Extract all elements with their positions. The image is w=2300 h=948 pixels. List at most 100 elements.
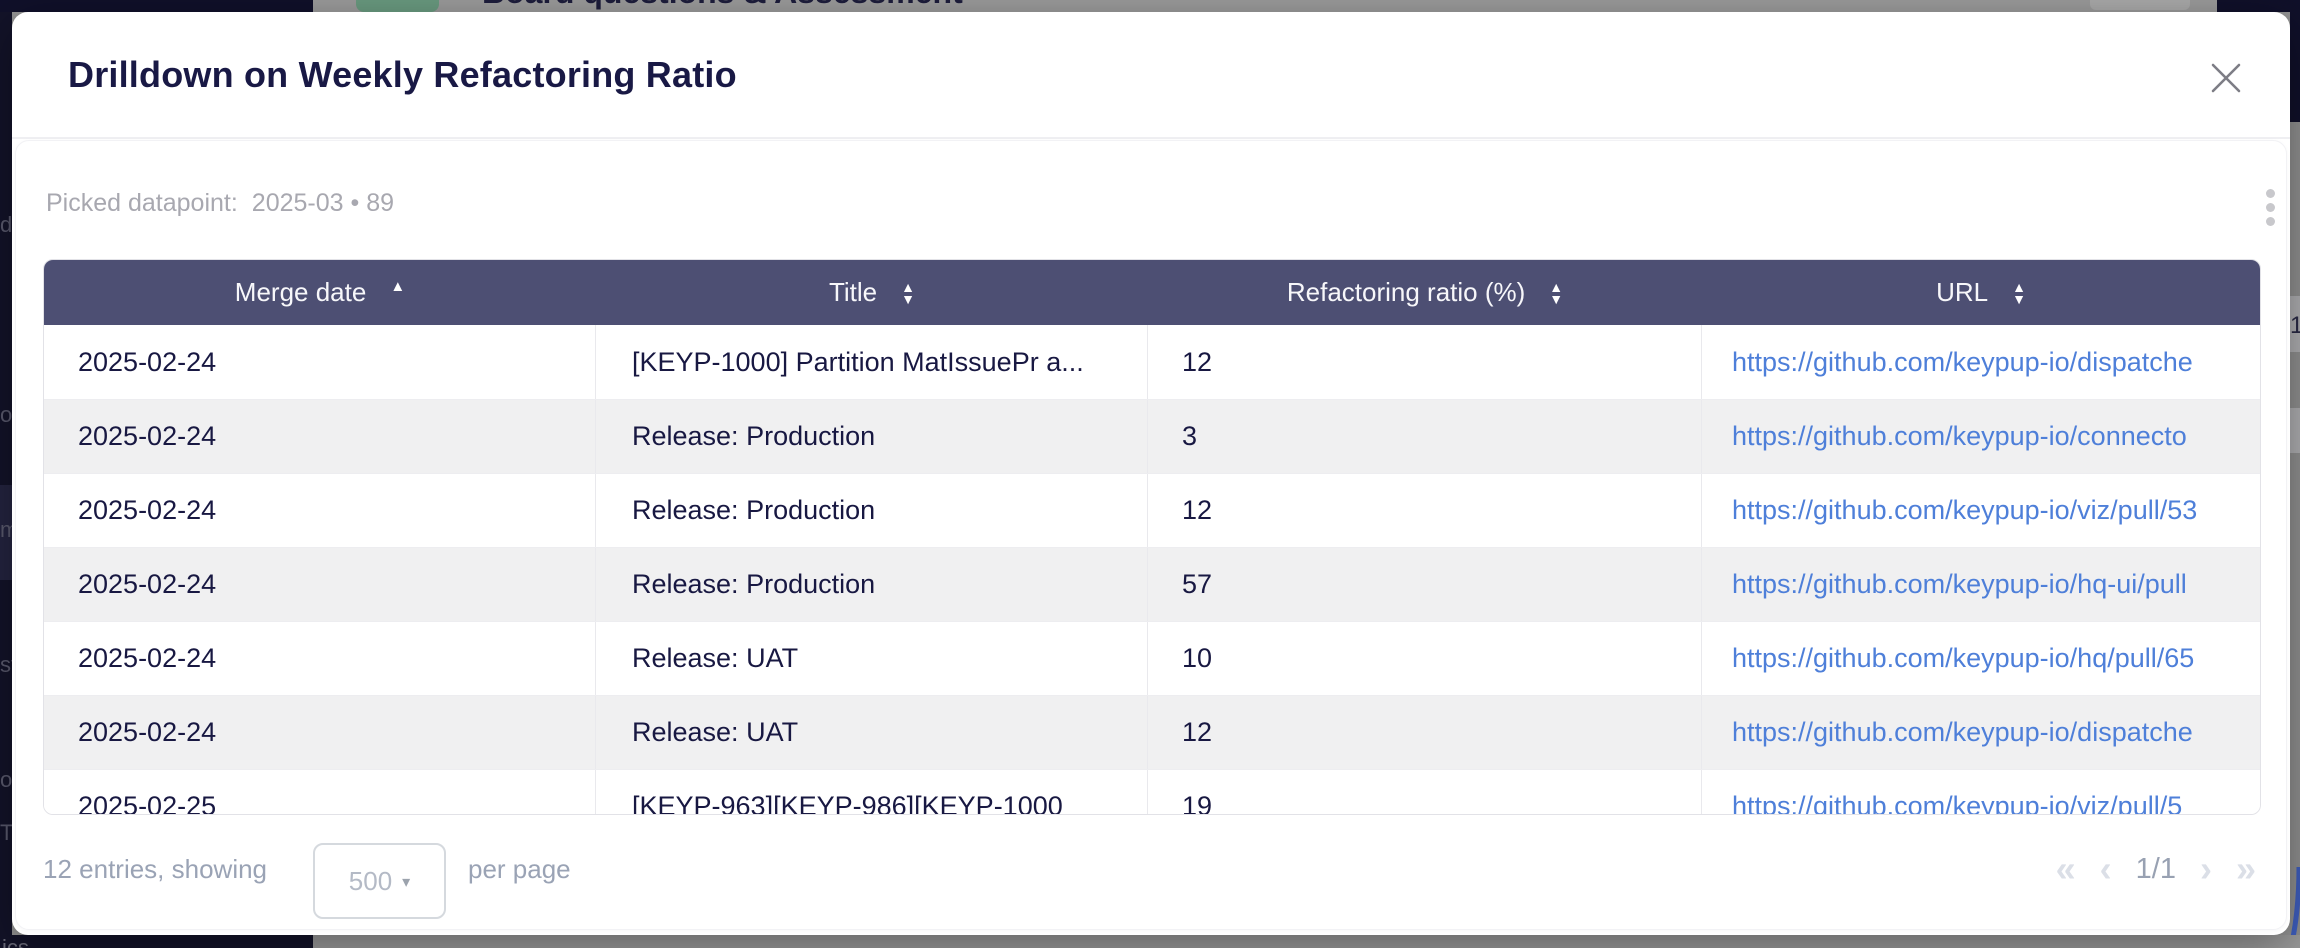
modal-title: Drilldown on Weekly Refactoring Ratio [68, 54, 737, 96]
cell-merge-date: 2025-02-24 [44, 696, 596, 769]
cell-url: https://github.com/keypup-io/dispatche [1702, 696, 2260, 769]
sort-both-icon: ▲▼ [1549, 281, 1563, 305]
cell-merge-date: 2025-02-24 [44, 325, 596, 399]
cell-url: https://github.com/keypup-io/connecto [1702, 400, 2260, 473]
cell-url: https://github.com/keypup-io/hq-ui/pull [1702, 548, 2260, 621]
url-link[interactable]: https://github.com/keypup-io/dispatche [1732, 347, 2193, 378]
close-icon [2209, 61, 2243, 95]
cell-url: https://github.com/keypup-io/dispatche [1702, 325, 2260, 399]
column-label: Merge date [235, 277, 367, 308]
table-row: 2025-02-24Release: Production3 https://gi… [44, 399, 2260, 473]
column-header-merge-date[interactable]: Merge date▲ [44, 260, 596, 325]
background-right-strip: 1, [2290, 12, 2300, 935]
page-indicator: 1/1 [2136, 853, 2176, 886]
cell-ratio: 19 [1148, 770, 1702, 815]
page-size-select[interactable]: 500 ▾ [313, 843, 446, 919]
background-page-title-clip: Board questions & Assessment [482, 0, 1382, 12]
kebab-menu-icon[interactable] [2258, 185, 2282, 229]
drilldown-table: Merge date▲ Title ▲▼ Refactoring ratio (%) ▲… [43, 259, 2261, 815]
column-header-title[interactable]: Title ▲▼ [596, 260, 1148, 325]
url-link[interactable]: https://github.com/keypup-io/connecto [1732, 421, 2187, 452]
background-sidebar-text-fragment: o [0, 767, 12, 793]
cell-title: Release: Production [596, 548, 1148, 621]
modal-body-card: Picked datapoint: 2025-03 • 89 Merge date… [15, 140, 2287, 930]
close-button[interactable] [2206, 58, 2246, 98]
drilldown-modal: Drilldown on Weekly Refactoring Ratio Pi… [12, 12, 2290, 935]
column-label: URL [1936, 277, 1988, 308]
chevron-down-icon: ▾ [402, 872, 410, 892]
background-right-navy [2290, 12, 2300, 122]
background-sidebar-text-fragment: st [0, 652, 12, 678]
table-body: 2025-02-24[KEYP-1000] Partition MatIssue… [44, 325, 2260, 815]
column-header-refactoring-ratio[interactable]: Refactoring ratio (%) ▲▼ [1148, 260, 1702, 325]
background-topbar-right [2217, 0, 2300, 12]
background-sidebar-text-fragment: m [0, 517, 12, 543]
background-sidebar-text-fragment: Ti [0, 820, 12, 846]
background-sidebar-text-fragment: o [0, 402, 12, 428]
cell-ratio: 12 [1148, 696, 1702, 769]
background-chart-line-fragment [2290, 857, 2300, 935]
cell-url: https://github.com/keypup-io/viz/pull/53 [1702, 474, 2260, 547]
table-row: 2025-02-25[KEYP-963][KEYP-986][KEYP-1000… [44, 769, 2260, 815]
table-header-row: Merge date▲ Title ▲▼ Refactoring ratio (%) ▲… [44, 260, 2260, 325]
table-row: 2025-02-24Release: Production57 https://g… [44, 547, 2260, 621]
modal-header: Drilldown on Weekly Refactoring Ratio [12, 12, 2290, 139]
table-row: 2025-02-24Release: Production12 https://g… [44, 473, 2260, 547]
cell-title: Release: Production [596, 474, 1148, 547]
cell-merge-date: 2025-02-24 [44, 548, 596, 621]
background-topbar: Board questions & Assessment [0, 0, 2300, 12]
first-page-button[interactable]: « [2056, 851, 2076, 887]
cell-merge-date: 2025-02-25 [44, 770, 596, 815]
cell-url: https://github.com/keypup-io/viz/pull/5 [1702, 770, 2260, 815]
cell-ratio: 3 [1148, 400, 1702, 473]
last-page-button[interactable]: » [2236, 851, 2256, 887]
screen: Board questions & Assessment d o m st o Ti 1,… [0, 0, 2300, 948]
cell-merge-date: 2025-02-24 [44, 400, 596, 473]
cell-ratio: 57 [1148, 548, 1702, 621]
table-row: 2025-02-24Release: UAT12 https://github.c… [44, 695, 2260, 769]
page-size-value: 500 [349, 866, 392, 897]
background-sidebar-top [0, 0, 313, 12]
background-page-title: Board questions & Assessment [482, 0, 963, 11]
previous-page-button[interactable]: ‹ [2100, 851, 2112, 887]
cell-title: Release: Production [596, 400, 1148, 473]
background-bottom-strip: ics [0, 935, 2300, 948]
table-row: 2025-02-24[KEYP-1000] Partition MatIssue… [44, 325, 2260, 399]
pagination: « ‹ 1/1 › » [2056, 831, 2256, 907]
cell-title: [KEYP-963][KEYP-986][KEYP-1000 [596, 770, 1148, 815]
url-link[interactable]: https://github.com/keypup-io/dispatche [1732, 717, 2193, 748]
cell-merge-date: 2025-02-24 [44, 622, 596, 695]
background-sidebar-strip: d o m st o Ti [0, 12, 12, 935]
url-link[interactable]: https://github.com/keypup-io/viz/pull/5 [1732, 791, 2182, 815]
next-page-button[interactable]: › [2200, 851, 2212, 887]
cell-url: https://github.com/keypup-io/hq/pull/65 [1702, 622, 2260, 695]
cell-title: Release: UAT [596, 696, 1148, 769]
background-sidebar-bottom [0, 935, 313, 948]
sort-both-icon: ▲▼ [2012, 281, 2026, 305]
url-link[interactable]: https://github.com/keypup-io/hq/pull/65 [1732, 643, 2194, 674]
background-sidebar-text-fragment: d [0, 212, 12, 238]
cell-title: Release: UAT [596, 622, 1148, 695]
cell-ratio: 12 [1148, 325, 1702, 399]
table-row: 2025-02-24Release: UAT10 https://github.c… [44, 621, 2260, 695]
picked-datapoint-label: Picked datapoint: [46, 189, 238, 217]
picked-datapoint-value: 2025-03 • 89 [252, 189, 394, 217]
sort-both-icon: ▲▼ [901, 281, 915, 305]
cell-ratio: 12 [1148, 474, 1702, 547]
column-label: Title [829, 277, 877, 308]
per-page-label: per page [468, 831, 571, 907]
background-button-fragment [2090, 0, 2190, 10]
background-right-text-fragment: 1, [2290, 312, 2300, 342]
background-board-icon [356, 0, 439, 12]
url-link[interactable]: https://github.com/keypup-io/viz/pull/53 [1732, 495, 2197, 526]
cell-ratio: 10 [1148, 622, 1702, 695]
picked-datapoint: Picked datapoint: 2025-03 • 89 [46, 189, 394, 218]
column-header-url[interactable]: URL ▲▼ [1702, 260, 2260, 325]
cell-merge-date: 2025-02-24 [44, 474, 596, 547]
entries-count-label: 12 entries, showing [43, 831, 313, 907]
url-link[interactable]: https://github.com/keypup-io/hq-ui/pull [1732, 569, 2187, 600]
cell-title: [KEYP-1000] Partition MatIssuePr a... [596, 325, 1148, 399]
column-label: Refactoring ratio (%) [1287, 277, 1525, 308]
background-sidebar-text-fragment: ics [2, 935, 29, 948]
background-right-card-fragment [2290, 408, 2300, 453]
